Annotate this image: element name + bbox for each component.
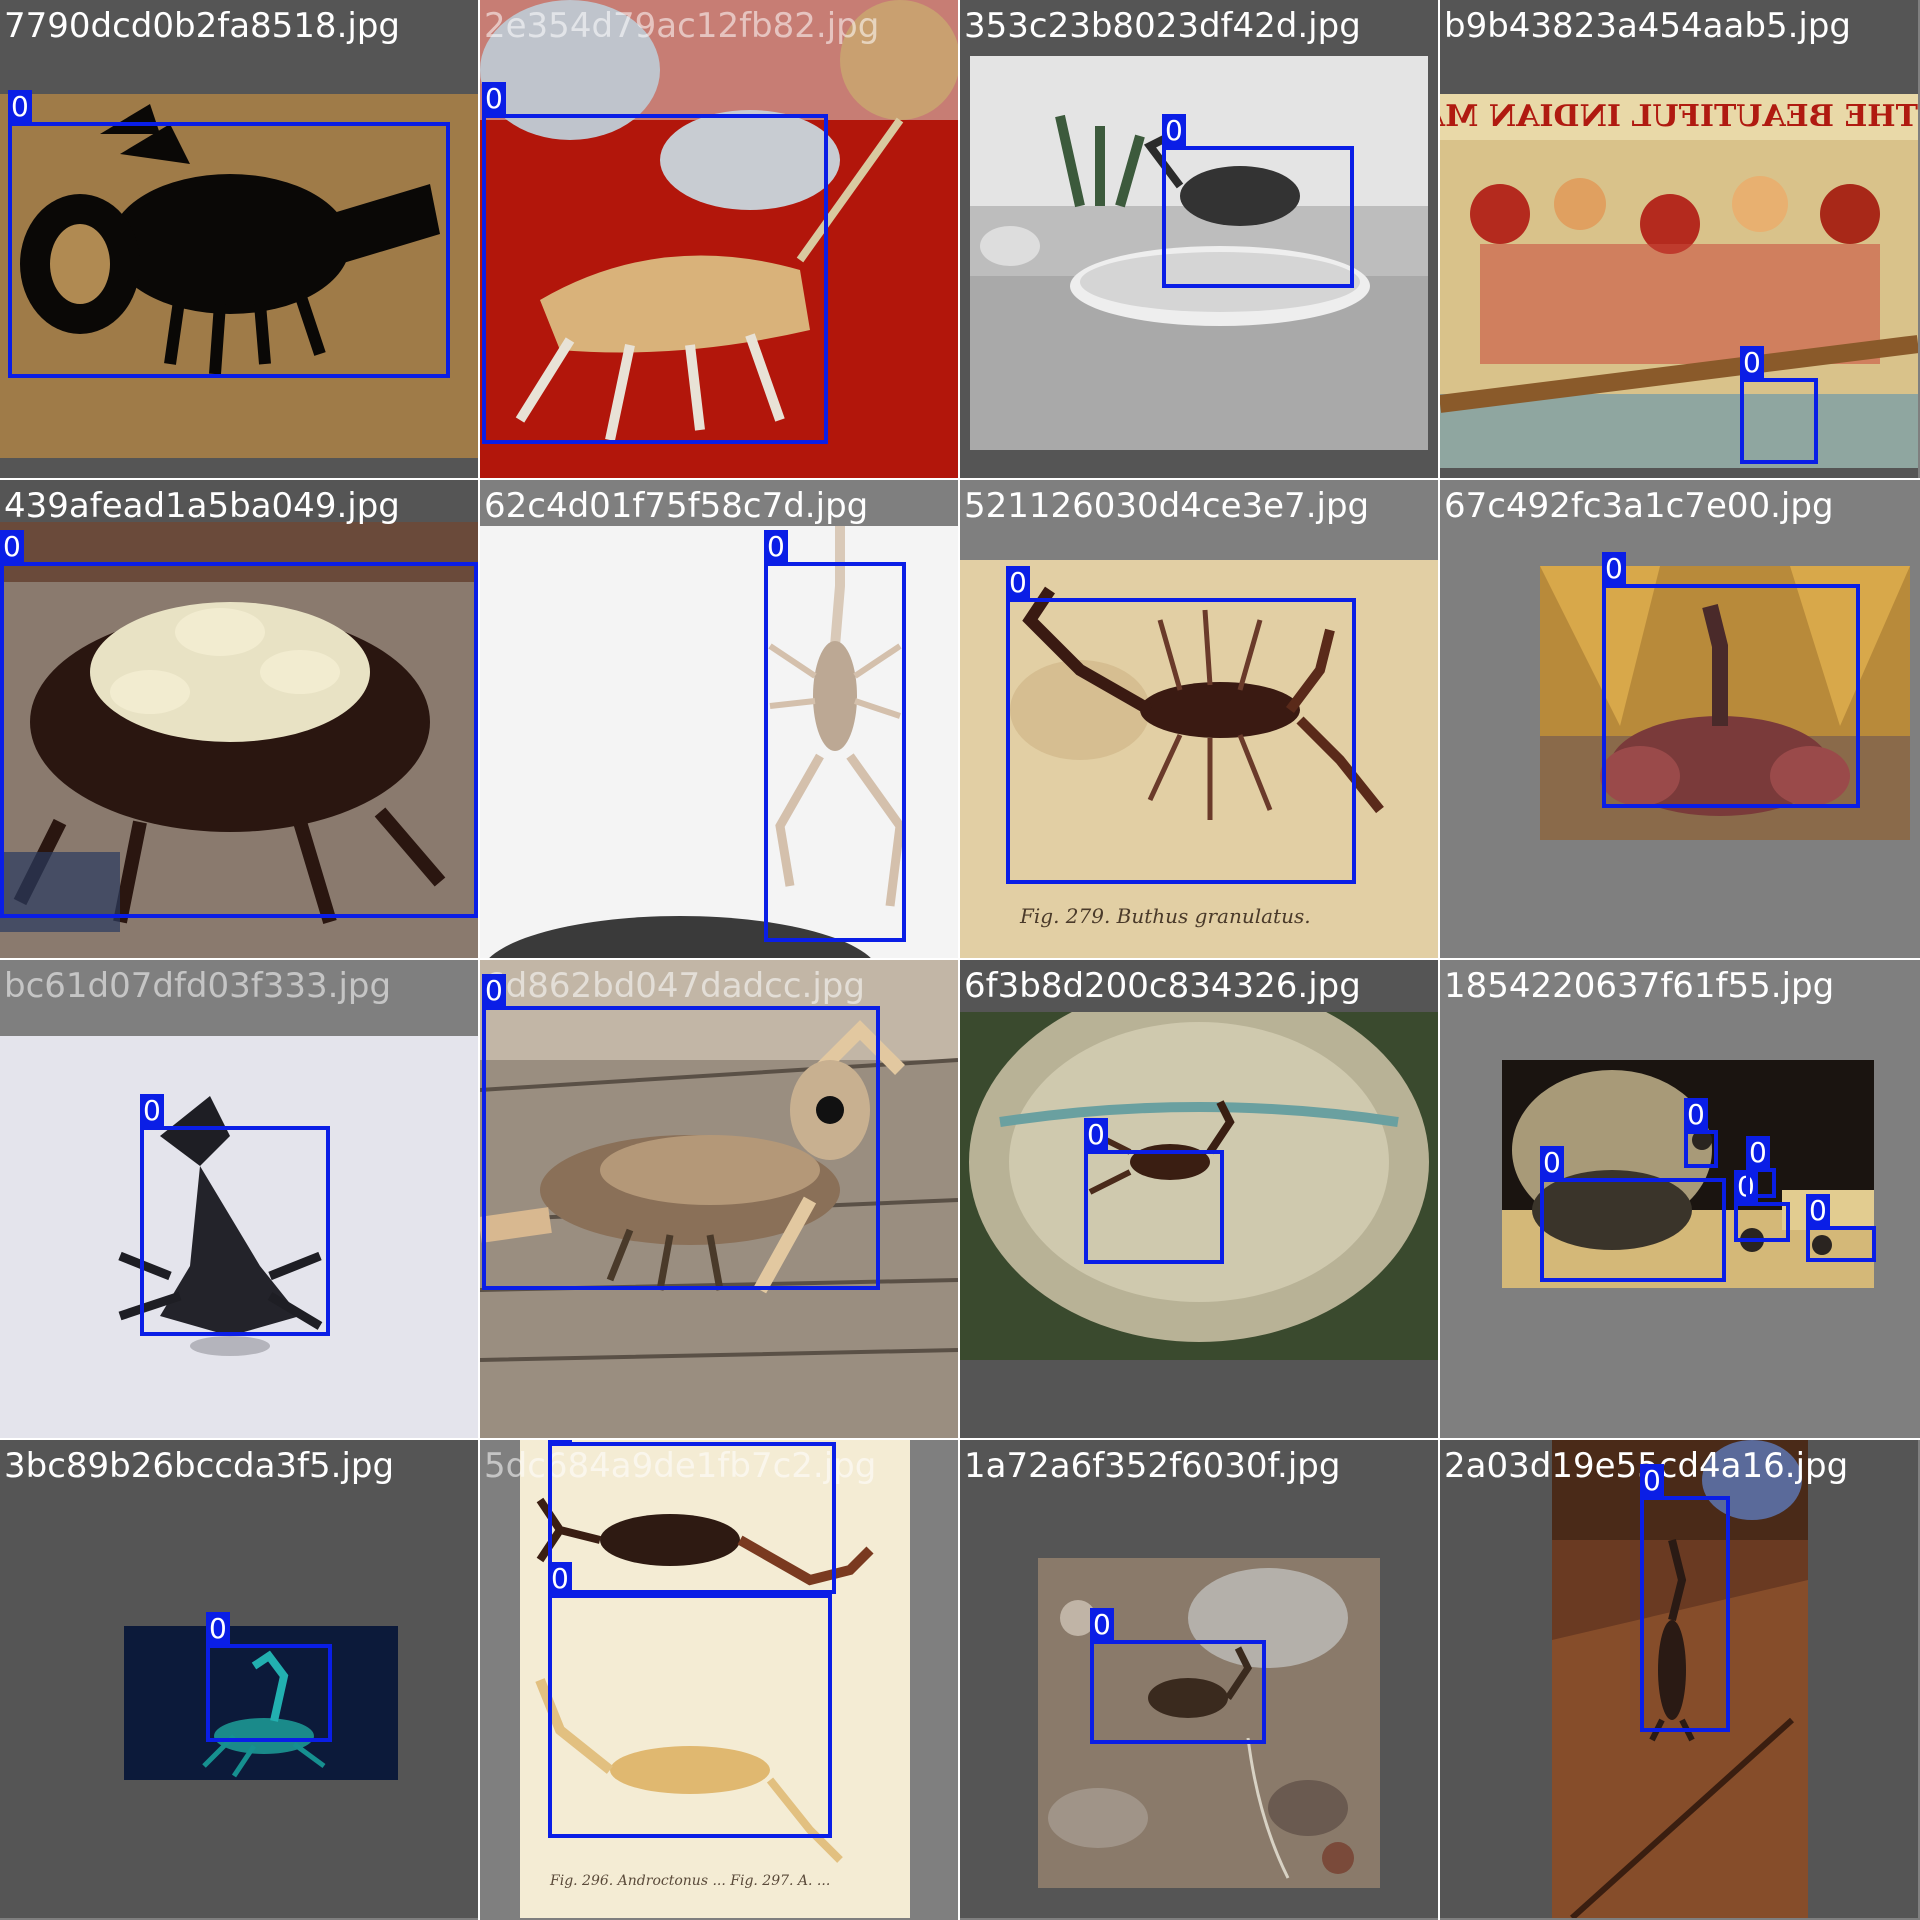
tile-8-filename: bc61d07dfd03f333.jpg <box>4 966 392 1006</box>
tile-3: THE BEAUTIFUL INDIAN MAIDENS b9b43823a45… <box>1440 0 1918 478</box>
bbox-class-label: 0 <box>1162 114 1186 148</box>
tile-12: 3bc89b26bccda3f5.jpg 0 <box>0 1440 478 1918</box>
tile-4-filename: 439afead1a5ba049.jpg <box>4 486 400 526</box>
tile-4: 439afead1a5ba049.jpg 0 <box>0 480 478 958</box>
bbox-6-0: 0 <box>1006 566 1356 884</box>
bbox-class-label: 0 <box>206 1612 230 1646</box>
bbox-10-0: 0 <box>1084 1118 1224 1264</box>
bbox-class-label: 0 <box>482 82 506 116</box>
tile-0-filename: 7790dcd0b2fa8518.jpg <box>4 6 400 46</box>
tile-2-filename: 353c23b8023df42d.jpg <box>964 6 1361 46</box>
bbox-11-0: 0 <box>1540 1146 1726 1282</box>
detection-mosaic: 7790dcd0b2fa8518.jpg 0 2e354d79ac12fb82.… <box>0 0 1920 1920</box>
bbox-class-label: 0 <box>1640 1464 1664 1498</box>
grid-divider <box>0 478 1920 480</box>
bbox-11-1: 0 <box>1684 1098 1718 1168</box>
bbox-class-label: 0 <box>764 530 788 564</box>
bbox-class-label: 0 <box>8 90 32 124</box>
bbox-class-label: 0 <box>548 1440 572 1444</box>
bbox-13-0: 0 <box>548 1440 836 1594</box>
bbox-0-0: 0 <box>8 90 450 378</box>
bbox-8-0: 0 <box>140 1094 330 1336</box>
bbox-class-label: 0 <box>1684 1098 1708 1132</box>
tile-10-filename: 6f3b8d200c834326.jpg <box>964 966 1361 1006</box>
poster-title: THE BEAUTIFUL INDIAN MAIDENS <box>1440 99 1918 134</box>
tile-9: 6d862bd047dadcc.jpg 0 <box>480 960 958 1438</box>
bbox-class-label: 0 <box>482 974 506 1008</box>
bbox-9-0: 0 <box>482 974 880 1290</box>
tile-1-filename: 2e354d79ac12fb82.jpg <box>484 6 880 46</box>
bbox-14-0: 0 <box>1090 1608 1266 1744</box>
bbox-class-label: 0 <box>0 530 24 564</box>
bbox-12-0: 0 <box>206 1612 332 1742</box>
tile-5-filename: 62c4d01f75f58c7d.jpg <box>484 486 869 526</box>
bbox-class-label: 0 <box>1740 346 1764 380</box>
plate-caption: Fig. 279. Buthus granulatus. <box>1020 904 1311 928</box>
bbox-class-label: 0 <box>1084 1118 1108 1152</box>
bbox-15-0: 0 <box>1640 1464 1730 1732</box>
tile-9-filename: 6d862bd047dadcc.jpg <box>484 966 865 1006</box>
grid-divider <box>958 0 960 1920</box>
bbox-class-label: 0 <box>1006 566 1030 600</box>
bbox-3-0: 0 <box>1740 346 1818 464</box>
bbox-11-3: 0 <box>1746 1136 1776 1198</box>
bbox-class-label: 0 <box>140 1094 164 1128</box>
plate-caption: Fig. 296. Androctonus ... Fig. 297. A. .… <box>550 1873 831 1889</box>
tile-0: 7790dcd0b2fa8518.jpg 0 <box>0 0 478 478</box>
grid-divider <box>1438 0 1440 1920</box>
grid-divider <box>0 1438 1920 1440</box>
bbox-11-4: 0 <box>1806 1194 1876 1262</box>
tile-12-filename: 3bc89b26bccda3f5.jpg <box>4 1446 395 1486</box>
bbox-5-0: 0 <box>764 530 906 942</box>
tile-8: bc61d07dfd03f333.jpg 0 <box>0 960 478 1438</box>
tile-15: 2a03d19e55cd4a16.jpg 0 <box>1440 1440 1918 1918</box>
bbox-11-2: 0 <box>1734 1170 1790 1242</box>
tile-5: 62c4d01f75f58c7d.jpg 0 <box>480 480 958 958</box>
bbox-class-label: 0 <box>1746 1136 1770 1170</box>
bbox-2-0: 0 <box>1162 114 1354 288</box>
tile-7-filename: 67c492fc3a1c7e00.jpg <box>1444 486 1834 526</box>
bbox-class-label: 0 <box>1806 1194 1830 1228</box>
bbox-4-0: 0 <box>0 530 478 918</box>
tile-14-filename: 1a72a6f352f6030f.jpg <box>964 1446 1341 1486</box>
tile-3-filename: b9b43823a454aab5.jpg <box>1444 6 1851 46</box>
tile-10: 6f3b8d200c834326.jpg 0 <box>960 960 1438 1438</box>
bbox-class-label: 0 <box>1602 552 1626 586</box>
grid-divider <box>0 958 1920 960</box>
bbox-class-label: 0 <box>548 1562 572 1596</box>
bbox-1-0: 0 <box>482 82 828 444</box>
bbox-class-label: 0 <box>1090 1608 1114 1642</box>
tile-11: 1854220637f61f55.jpg 0 0 0 0 0 <box>1440 960 1918 1438</box>
tile-11-filename: 1854220637f61f55.jpg <box>1444 966 1835 1006</box>
tile-3-image: THE BEAUTIFUL INDIAN MAIDENS <box>1440 94 1918 468</box>
tile-13: Fig. 296. Androctonus ... Fig. 297. A. .… <box>480 1440 958 1918</box>
tile-6-filename: 521126030d4ce3e7.jpg <box>964 486 1370 526</box>
tile-1: 2e354d79ac12fb82.jpg 0 <box>480 0 958 478</box>
tile-7: 67c492fc3a1c7e00.jpg 0 <box>1440 480 1918 958</box>
bbox-7-0: 0 <box>1602 552 1860 808</box>
bbox-class-label: 0 <box>1540 1146 1564 1180</box>
bbox-13-1: 0 <box>548 1562 832 1838</box>
tile-14: 1a72a6f352f6030f.jpg 0 <box>960 1440 1438 1918</box>
tile-2: 353c23b8023df42d.jpg 0 <box>960 0 1438 478</box>
grid-divider <box>478 0 480 1920</box>
tile-6: Fig. 279. Buthus granulatus. 521126030d4… <box>960 480 1438 958</box>
